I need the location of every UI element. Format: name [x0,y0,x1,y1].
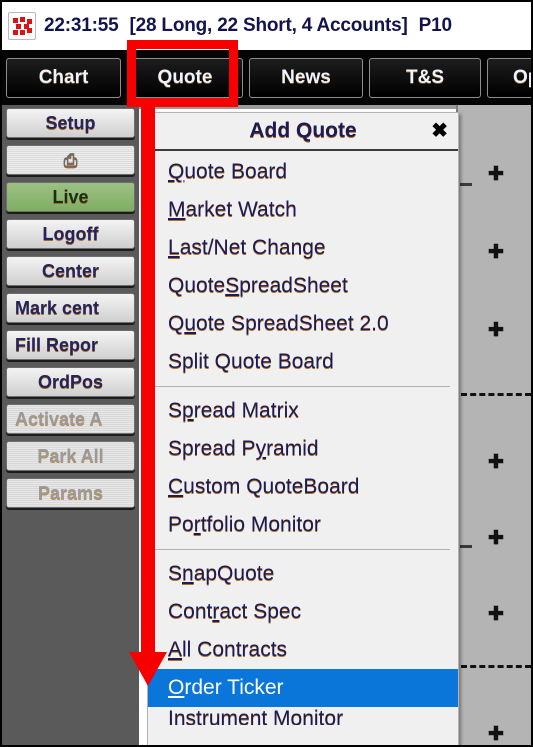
grid-plus-icon[interactable]: ✚ [488,453,504,472]
menu-item-text-post: ast/Net Change [179,236,326,259]
grid-plus-icon[interactable]: ✚ [488,605,504,624]
toolbar-button-ts[interactable]: T&S [369,57,481,98]
left-sidebar: Setup ⎙ Live Logoff Center Mark cent Fil… [2,105,139,745]
menu-item-text-post: ll Contracts [182,638,288,661]
menu-item-spread-pyramid[interactable]: Spread Py ramid [148,430,458,468]
menu-item-mnemonic: r [193,513,201,536]
grid-plus-icon[interactable]: ✚ [488,165,504,184]
title-bar: 22:31:55 [28 Long, 22 Short, 4 Accounts] P… [2,2,531,50]
menu-item-market-watch[interactable]: Market Watch [148,191,458,229]
sidebar-button-fill-report[interactable]: Fill Repor [6,330,135,360]
menu-item-spread-matrix[interactable]: Sp read Matrix [148,392,458,430]
menu-item-text-pre: Q [168,312,185,335]
menu-item-split-quote-board[interactable]: Split Quote Board [148,343,458,381]
close-icon[interactable]: ✖ [431,121,448,141]
sidebar-button-center[interactable]: Center [6,256,135,286]
menu-item-text-post: apQuote [193,562,275,585]
sidebar-button-park-all: Park All [6,441,135,471]
toolbar-button-quote[interactable]: Quote [127,57,243,98]
menu-item-text-post: rder Ticker [184,676,284,699]
menu-item-text-pre: Cont [168,600,213,623]
menu-item-order-ticker[interactable]: Order Ticker [148,669,458,707]
menu-item-mnemonic: L [168,236,180,259]
menu-item-text-post: tfolio Monitor [200,513,321,536]
menu-item-text-post: ramid [266,437,319,460]
menu-separator [154,386,450,387]
printer-icon: ⎙ [63,150,78,170]
grid-plus-icon[interactable]: ✚ [488,725,504,744]
toolbar-button-chart[interactable]: Chart [6,57,121,98]
menu-item-list: Quote Board Market Watch Last/Net Change… [148,151,458,725]
menu-item-text-post: uote Board [184,160,288,183]
menu-item-mnemonic: y [255,437,267,460]
menu-item-mnemonic: u [184,312,197,335]
toolbar-button-news[interactable]: News [249,57,363,98]
menu-item-all-contracts[interactable]: All Contracts [148,631,458,669]
positions-summary-label: [28 Long, 22 Short, 4 Accounts] [129,15,408,36]
clock-label: 22:31:55 [44,15,119,36]
menu-item-last-net-change[interactable]: Last/Net Change [148,229,458,267]
menu-item-text-pre: Po [168,513,194,536]
menu-item-custom-quoteboard[interactable]: Custom QuoteBoard [148,468,458,506]
menu-item-contract-spec[interactable]: Cont r act Spec [148,593,458,631]
add-quote-menu: Add Quote ✖ Quote Board Market Watch Las… [147,112,459,745]
sidebar-button-mark-center[interactable]: Mark cent [6,293,135,323]
menu-item-text-post: ote SpreadSheet 2.0 [196,312,389,335]
menu-item-mnemonic: p [182,399,194,422]
main-toolbar: Chart Quote News T&S Opti [2,50,531,105]
application-window: 22:31:55 [28 Long, 22 Short, 4 Accounts] P… [0,0,533,747]
sidebar-button-live[interactable]: Live [6,182,135,212]
sidebar-button-logoff[interactable]: Logoff [6,219,135,249]
menu-item-mnemonic: O [168,676,185,699]
menu-item-text-pre: S [168,562,183,585]
menu-item-text-post: ustom QuoteBoard [183,475,360,498]
menu-separator [154,549,450,550]
sidebar-button-ordpos[interactable]: OrdPos [6,367,135,397]
toolbar-button-options[interactable]: Opti [487,57,531,98]
menu-item-mnemonic: M [168,198,186,221]
grid-tick-mark [460,183,472,186]
menu-item-quote-spreadsheet[interactable]: Quote SpreadSheet [148,267,458,305]
grid-plus-icon[interactable]: ✚ [488,243,504,262]
menu-item-quote-board[interactable]: Quote Board [148,153,458,191]
menu-header: Add Quote ✖ [148,113,458,151]
menu-item-text-post: read Matrix [193,399,299,422]
grid-plus-icon[interactable]: ✚ [488,529,504,548]
menu-title: Add Quote [249,119,357,142]
menu-item-text-pre: Split Quote Board [168,350,334,373]
menu-item-mnemonic: S [225,274,240,297]
menu-item-mnemonic: A [168,638,183,661]
scatter-dots-logo-icon [8,12,36,40]
menu-item-text-post: preadSheet [239,274,348,297]
sidebar-button-setup[interactable]: Setup [6,108,135,138]
account-label: P10 [418,15,452,36]
title-bar-text: 22:31:55 [28 Long, 22 Short, 4 Accounts] P… [44,15,463,37]
menu-item-text-post: arket Watch [185,198,297,221]
menu-item-mnemonic: n [182,562,194,585]
grid-plus-icon[interactable]: ✚ [488,321,504,340]
menu-item-instrument-monitor[interactable]: Instrument Monitor [148,707,458,725]
menu-item-snapquote[interactable]: Sn apQuote [148,555,458,593]
menu-item-portfolio-monitor[interactable]: Po r tfolio Monitor [148,506,458,544]
menu-item-mnemonic: C [168,475,184,498]
menu-item-mnemonic: Q [168,160,185,183]
menu-item-text-pre: Spread P [168,437,256,460]
quote-grid-strip[interactable]: ✚ ✚ ✚ ✚ ✚ ✚ ✚ [456,105,531,745]
grid-tick-mark [460,545,472,548]
menu-item-text-pre: Quote [168,274,226,297]
menu-item-text-pre: Instrument Monitor [168,707,344,725]
menu-item-text-post: act Spec [219,600,302,623]
menu-item-quote-spreadsheet-2[interactable]: Qu ote SpreadSheet 2.0 [148,305,458,343]
sidebar-button-params: Params [6,478,135,508]
sidebar-button-print[interactable]: ⎙ [6,145,135,175]
sidebar-button-activate-all: Activate A [6,404,135,434]
menu-item-mnemonic: r [212,600,220,623]
grid-dashed-divider [461,665,531,668]
grid-dashed-divider [461,393,531,396]
menu-item-text-pre: S [168,399,183,422]
